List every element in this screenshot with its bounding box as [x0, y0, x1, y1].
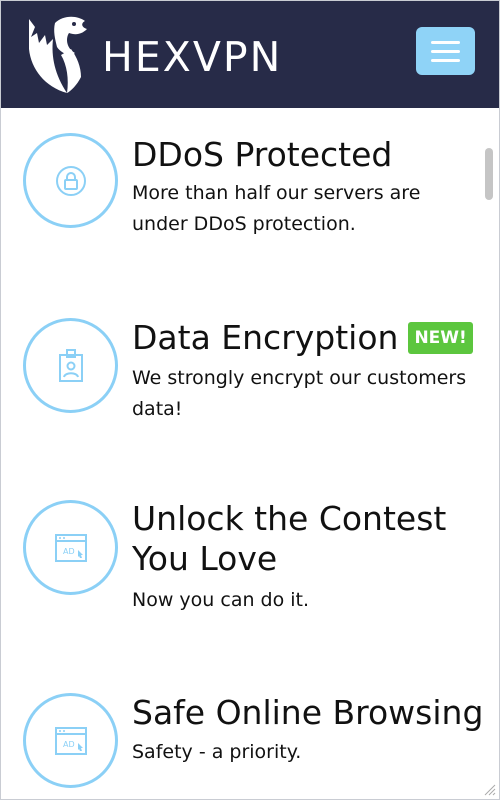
features-list: DDoS Protected More than half our server…: [1, 108, 499, 799]
svg-text:AD: AD: [63, 547, 75, 556]
feature-description: We strongly encrypt our customers data!: [132, 367, 467, 420]
feature-description: Safety - a priority.: [132, 741, 302, 763]
feature-title: Safe Online Browsing: [132, 693, 484, 732]
scrollbar-thumb[interactable]: [485, 148, 493, 200]
feature-description: Now you can do it.: [132, 589, 310, 611]
svg-text:AD: AD: [63, 740, 75, 749]
hamburger-menu-icon-bar: [431, 50, 460, 53]
feature-icon-circle: AD: [23, 500, 118, 595]
page-frame: HEXVPN DDoS Protected More than half our…: [0, 0, 500, 800]
feature-title: Data Encryption NEW!: [132, 318, 473, 358]
feature-description: More than half our servers are under DDo…: [132, 182, 421, 235]
ad-browser-icon: AD: [54, 726, 87, 755]
lock-icon: [55, 165, 86, 196]
feature-icon-circle: AD: [23, 693, 118, 788]
hamburger-menu-icon: [431, 41, 460, 44]
feature-title: Unlock the Contest You Love: [132, 499, 446, 579]
new-badge: NEW!: [408, 322, 473, 354]
resize-grip-icon[interactable]: [482, 782, 496, 796]
feature-title-text: Data Encryption: [132, 318, 399, 357]
feature-icon-circle: [23, 133, 118, 228]
site-header: HEXVPN: [1, 1, 499, 108]
hamburger-menu-icon-bar: [431, 59, 460, 62]
brand-name[interactable]: HEXVPN: [102, 37, 282, 78]
feature-title-line: Unlock the Contest: [132, 499, 447, 538]
feature-icon-circle: [23, 318, 118, 413]
wolf-shield-logo[interactable]: [25, 13, 95, 99]
feature-title-line: You Love: [132, 539, 278, 578]
feature-title: DDoS Protected: [132, 135, 393, 174]
ad-browser-icon: AD: [54, 533, 87, 562]
menu-button[interactable]: [416, 27, 475, 75]
id-card-icon: [58, 348, 83, 382]
